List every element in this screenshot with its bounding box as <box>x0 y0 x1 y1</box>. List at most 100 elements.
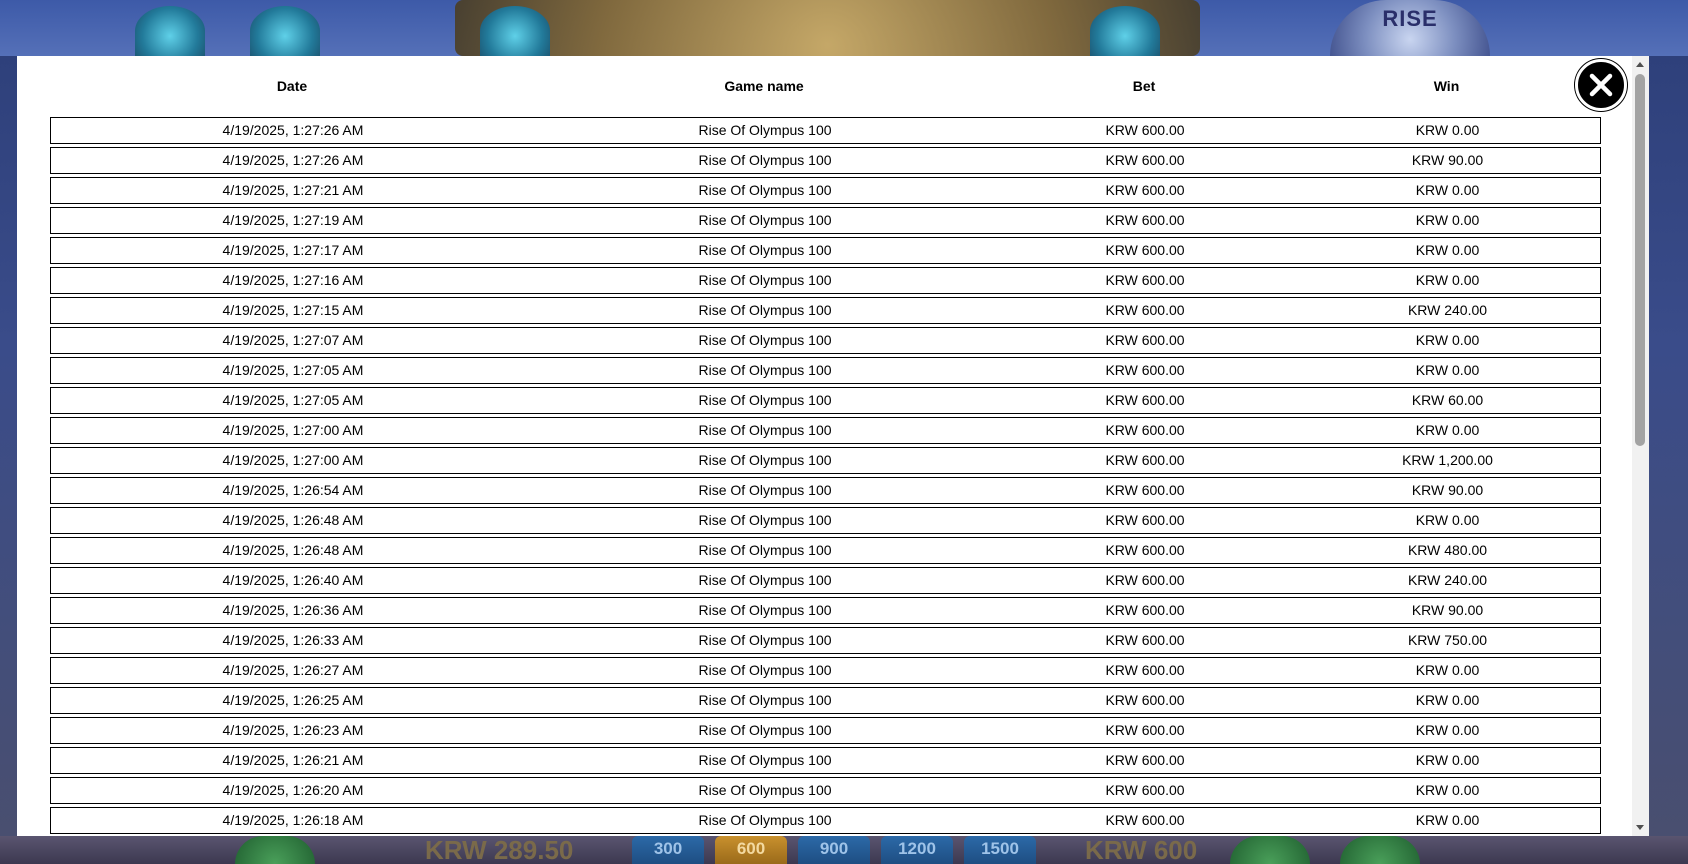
cell-date: 4/19/2025, 1:27:17 AM <box>222 242 364 258</box>
cell-date: 4/19/2025, 1:27:21 AM <box>222 182 364 198</box>
bet-chip: 1200 <box>881 836 953 864</box>
spin-round-button <box>1230 836 1310 864</box>
cell-win: KRW 240.00 <box>1407 302 1488 318</box>
cell-date: 4/19/2025, 1:27:00 AM <box>222 422 364 438</box>
table-row: 4/19/2025, 1:27:07 AM Rise Of Olympus 100… <box>50 327 1601 354</box>
cell-bet: KRW 600.00 <box>1105 722 1185 738</box>
column-header-win: Win <box>1433 78 1460 94</box>
cell-game-name: Rise Of Olympus 100 <box>698 122 832 138</box>
cell-date: 4/19/2025, 1:26:25 AM <box>222 692 364 708</box>
cell-game-name: Rise Of Olympus 100 <box>698 782 832 798</box>
cell-bet: KRW 600.00 <box>1105 452 1185 468</box>
cell-game-name: Rise Of Olympus 100 <box>698 272 832 288</box>
cell-bet: KRW 600.00 <box>1105 422 1185 438</box>
bet-chip-active: 600 <box>715 836 787 864</box>
chevron-down-icon[interactable] <box>1636 825 1644 830</box>
cell-win: KRW 60.00 <box>1411 392 1484 408</box>
table-row: 4/19/2025, 1:26:27 AM Rise Of Olympus 100… <box>50 657 1601 684</box>
cell-game-name: Rise Of Olympus 100 <box>698 362 832 378</box>
cell-win: KRW 90.00 <box>1411 482 1484 498</box>
chevron-up-icon[interactable] <box>1636 62 1644 67</box>
close-button[interactable] <box>1575 59 1627 111</box>
cell-date: 4/19/2025, 1:27:00 AM <box>222 452 364 468</box>
table-row: 4/19/2025, 1:27:21 AM Rise Of Olympus 100… <box>50 177 1601 204</box>
cell-game-name: Rise Of Olympus 100 <box>698 602 832 618</box>
cell-date: 4/19/2025, 1:26:40 AM <box>222 572 364 588</box>
table-row: 4/19/2025, 1:27:19 AM Rise Of Olympus 100… <box>50 207 1601 234</box>
history-table-body: 4/19/2025, 1:27:26 AM Rise Of Olympus 100… <box>50 117 1601 836</box>
table-row: 4/19/2025, 1:27:05 AM Rise Of Olympus 100… <box>50 357 1601 384</box>
cell-win: KRW 0.00 <box>1415 362 1480 378</box>
cell-win: KRW 0.00 <box>1415 422 1480 438</box>
cell-win: KRW 0.00 <box>1415 272 1480 288</box>
column-header-bet: Bet <box>1132 78 1156 94</box>
cell-date: 4/19/2025, 1:26:54 AM <box>222 482 364 498</box>
cell-win: KRW 0.00 <box>1415 512 1480 528</box>
bet-chip: 300 <box>632 836 704 864</box>
cell-bet: KRW 600.00 <box>1105 392 1185 408</box>
cell-win: KRW 1,200.00 <box>1402 452 1493 468</box>
cell-game-name: Rise Of Olympus 100 <box>698 332 832 348</box>
cell-game-name: Rise Of Olympus 100 <box>698 812 832 828</box>
orb-symbol <box>480 6 550 56</box>
cell-bet: KRW 600.00 <box>1105 242 1185 258</box>
orb-symbol <box>135 6 205 56</box>
cell-win: KRW 0.00 <box>1415 812 1480 828</box>
cell-bet: KRW 600.00 <box>1105 362 1185 378</box>
cell-bet: KRW 600.00 <box>1105 302 1185 318</box>
orb-symbol <box>250 6 320 56</box>
cell-win: KRW 0.00 <box>1415 242 1480 258</box>
cell-game-name: Rise Of Olympus 100 <box>698 722 832 738</box>
table-row: 4/19/2025, 1:27:00 AM Rise Of Olympus 100… <box>50 417 1601 444</box>
cell-game-name: Rise Of Olympus 100 <box>698 212 832 228</box>
cell-win: KRW 240.00 <box>1407 572 1488 588</box>
table-row: 4/19/2025, 1:27:00 AM Rise Of Olympus 100… <box>50 447 1601 474</box>
cell-date: 4/19/2025, 1:26:21 AM <box>222 752 364 768</box>
cell-bet: KRW 600.00 <box>1105 212 1185 228</box>
cell-game-name: Rise Of Olympus 100 <box>698 242 832 258</box>
cell-date: 4/19/2025, 1:26:48 AM <box>222 542 364 558</box>
cell-game-name: Rise Of Olympus 100 <box>698 302 832 318</box>
reel-frame <box>455 0 1200 56</box>
cell-bet: KRW 600.00 <box>1105 662 1185 678</box>
bet-chip: 900 <box>798 836 870 864</box>
scrollbar-thumb[interactable] <box>1635 74 1645 446</box>
cell-game-name: Rise Of Olympus 100 <box>698 422 832 438</box>
cell-date: 4/19/2025, 1:26:48 AM <box>222 512 364 528</box>
cell-game-name: Rise Of Olympus 100 <box>698 542 832 558</box>
cell-bet: KRW 600.00 <box>1105 272 1185 288</box>
cell-win: KRW 0.00 <box>1415 692 1480 708</box>
cell-date: 4/19/2025, 1:27:05 AM <box>222 392 364 408</box>
cell-game-name: Rise Of Olympus 100 <box>698 152 832 168</box>
cell-date: 4/19/2025, 1:26:33 AM <box>222 632 364 648</box>
table-row: 4/19/2025, 1:26:20 AM Rise Of Olympus 100… <box>50 777 1601 804</box>
table-row: 4/19/2025, 1:26:18 AM Rise Of Olympus 100… <box>50 807 1601 834</box>
cell-bet: KRW 600.00 <box>1105 542 1185 558</box>
cell-date: 4/19/2025, 1:26:20 AM <box>222 782 364 798</box>
column-header-date: Date <box>276 78 308 94</box>
cell-game-name: Rise Of Olympus 100 <box>698 392 832 408</box>
cell-game-name: Rise Of Olympus 100 <box>698 662 832 678</box>
table-header: Date Game name Bet Win <box>50 56 1600 116</box>
cell-bet: KRW 600.00 <box>1105 692 1185 708</box>
table-row: 4/19/2025, 1:27:15 AM Rise Of Olympus 100… <box>50 297 1601 324</box>
cell-win: KRW 480.00 <box>1407 542 1488 558</box>
cell-bet: KRW 600.00 <box>1105 482 1185 498</box>
cell-win: KRW 90.00 <box>1411 152 1484 168</box>
cell-game-name: Rise Of Olympus 100 <box>698 752 832 768</box>
bet-history-modal: Date Game name Bet Win 4/19/2025, 1:27:2… <box>17 56 1649 836</box>
cell-bet: KRW 600.00 <box>1105 632 1185 648</box>
cell-bet: KRW 600.00 <box>1105 602 1185 618</box>
modal-scrollbar[interactable] <box>1632 56 1649 836</box>
cell-date: 4/19/2025, 1:27:16 AM <box>222 272 364 288</box>
cell-game-name: Rise Of Olympus 100 <box>698 452 832 468</box>
table-row: 4/19/2025, 1:27:05 AM Rise Of Olympus 100… <box>50 387 1601 414</box>
cell-win: KRW 0.00 <box>1415 122 1480 138</box>
cell-win: KRW 0.00 <box>1415 782 1480 798</box>
cell-bet: KRW 600.00 <box>1105 182 1185 198</box>
cell-bet: KRW 600.00 <box>1105 122 1185 138</box>
cell-game-name: Rise Of Olympus 100 <box>698 482 832 498</box>
cell-win: KRW 0.00 <box>1415 212 1480 228</box>
cell-win: KRW 0.00 <box>1415 722 1480 738</box>
table-row: 4/19/2025, 1:26:48 AM Rise Of Olympus 100… <box>50 507 1601 534</box>
